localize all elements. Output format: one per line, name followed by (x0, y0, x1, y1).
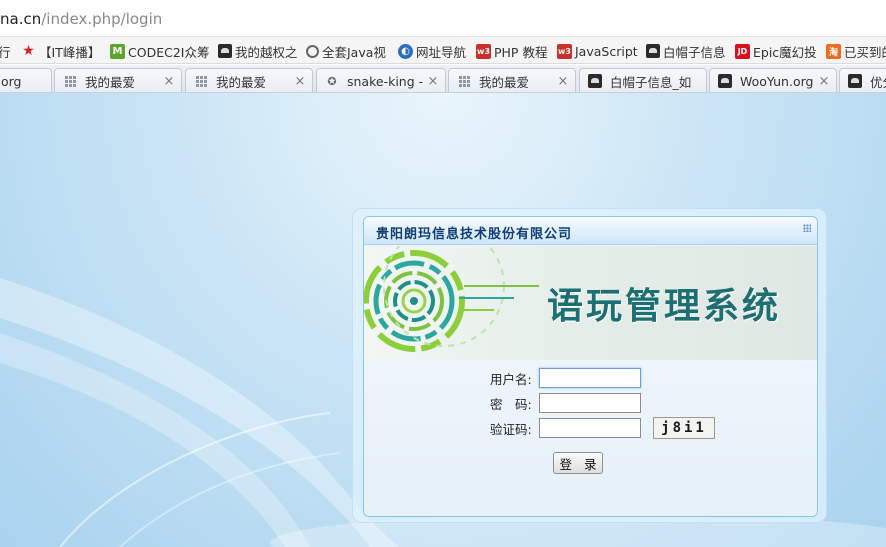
system-banner: 语玩管理系统 (364, 246, 817, 360)
browser-tab[interactable]: 我的最爱 × (185, 68, 313, 92)
captcha-label: 验证码: (490, 421, 532, 437)
bookmark-item[interactable]: 全套Java视 (306, 42, 386, 60)
bookmark-item[interactable]: w3 JavaScript (557, 42, 638, 60)
login-box: 贵阳朗玛信息技术股份有限公司 语玩管理系统 用户名: 密 码: 验证码: j8i… (363, 216, 818, 517)
tab-label: 我的最爱 (479, 74, 530, 90)
password-input[interactable] (539, 393, 641, 413)
taobao-icon: 淘 (826, 43, 841, 59)
gear-icon: ✪ (327, 74, 337, 88)
bookmark-label: 行 (0, 42, 11, 61)
tab-close-icon[interactable]: × (818, 74, 830, 89)
globe-icon: ◐ (398, 43, 413, 59)
jd-icon: JD (735, 43, 750, 59)
bookmark-label: JavaScript (575, 43, 638, 59)
bookmark-label: 我的越权之 (235, 44, 298, 60)
hat-icon (645, 44, 660, 59)
bookmark-label: Epic魔幻投 (753, 44, 817, 60)
browser-tab[interactable]: 我的最爱 × (54, 68, 182, 92)
circle-icon (306, 44, 319, 58)
tab-label: .org (0, 73, 22, 89)
login-form: 用户名: 密 码: 验证码: j8i1 登 录 (364, 360, 817, 516)
bookmark-label: 全套Java视 (322, 44, 386, 60)
browser-tab[interactable]: WooYun.org × (709, 68, 837, 92)
bookmark-item[interactable]: M CODEC2I众筹 (110, 42, 209, 60)
hat-icon (588, 74, 602, 88)
tab-close-icon[interactable]: × (557, 74, 569, 89)
captcha-input[interactable] (539, 418, 641, 438)
tab-close-icon[interactable]: × (163, 74, 175, 89)
bookmark-label: PHP 教程 (494, 44, 548, 60)
bookmark-item[interactable]: ◐ 网址导航 (398, 42, 466, 60)
tab-label: 白帽子信息_如 (610, 74, 692, 90)
url-text[interactable]: na.cn/index.php/login (0, 10, 162, 28)
bookmark-item[interactable]: ★ 【IT峰播】 (21, 42, 100, 60)
url-path: /index.php/login (41, 10, 163, 28)
tab-label: 我的最爱 (85, 74, 136, 90)
address-bar[interactable]: na.cn/index.php/login (0, 0, 886, 37)
tab-strip: .org 我的最爱 × 我的最爱 × ✪ snake-king - × 我的最爱… (0, 65, 886, 93)
tab-close-icon[interactable]: × (294, 74, 306, 89)
tab-label: 优分 (870, 74, 886, 90)
bookmark-item[interactable]: JD Epic魔幻投 (735, 42, 817, 60)
tab-close-icon[interactable]: × (427, 74, 439, 89)
login-button[interactable]: 登 录 (553, 452, 603, 474)
browser-tab[interactable]: 我的最爱 × (448, 68, 576, 92)
url-host: na.cn (0, 10, 42, 28)
w3-icon: w3 (476, 43, 491, 59)
grip-icon (803, 224, 811, 232)
bookmark-label: 已买到的 (844, 44, 886, 60)
bookmark-label: 【IT峰播】 (39, 44, 101, 60)
tab-label: 我的最爱 (216, 74, 267, 90)
password-label: 密 码: (490, 396, 532, 412)
password-row: 密 码: (364, 393, 817, 413)
hat-icon (848, 74, 862, 88)
bookmark-item[interactable]: 我的越权之 (217, 42, 298, 60)
grid-icon (194, 74, 208, 88)
tab-label: snake-king - (347, 73, 424, 89)
grid-icon (63, 74, 77, 88)
browser-tab[interactable]: 优分 (839, 68, 886, 92)
username-row: 用户名: (364, 368, 817, 388)
system-title: 语玩管理系统 (547, 285, 782, 327)
bookmarks-bar: 行 ★ 【IT峰播】 M CODEC2I众筹 我的越权之 全套Java视 ◐ 网… (0, 37, 886, 64)
browser-tab[interactable]: ✪ snake-king - × (316, 68, 446, 92)
captcha-image[interactable]: j8i1 (653, 417, 715, 439)
username-label: 用户名: (490, 371, 532, 387)
hat-icon (217, 44, 232, 59)
bookmark-label: 白帽子信息 (663, 44, 726, 60)
bookmark-label: CODEC2I众筹 (128, 44, 210, 60)
tab-label: WooYun.org (740, 73, 814, 89)
hat-icon (718, 74, 732, 88)
login-panel: 贵阳朗玛信息技术股份有限公司 语玩管理系统 用户名: 密 码: 验证码: j8i… (352, 208, 827, 523)
tech-circles-logo (364, 246, 539, 352)
bookmark-item[interactable]: 行 (0, 42, 11, 60)
username-input[interactable] (539, 368, 641, 388)
w3-icon: w3 (557, 43, 572, 59)
red-star-icon: ★ (22, 43, 35, 59)
bookmark-item[interactable]: 淘 已买到的 (826, 42, 886, 60)
company-name: 贵阳朗玛信息技术股份有限公司 (376, 227, 573, 242)
bookmark-item[interactable]: 白帽子信息 (645, 42, 726, 60)
captcha-row: 验证码: j8i1 (364, 417, 817, 439)
login-titlebar: 贵阳朗玛信息技术股份有限公司 (364, 217, 817, 245)
grid-icon (457, 74, 471, 88)
page-content: 贵阳朗玛信息技术股份有限公司 语玩管理系统 用户名: 密 码: 验证码: j8i… (0, 93, 886, 547)
bookmark-item[interactable]: w3 PHP 教程 (476, 42, 547, 60)
bookmark-label: 网址导航 (416, 44, 467, 60)
browser-tab[interactable]: .org (0, 68, 52, 92)
browser-tab[interactable]: 白帽子信息_如 (579, 68, 707, 92)
m-logo-icon: M (110, 43, 125, 59)
